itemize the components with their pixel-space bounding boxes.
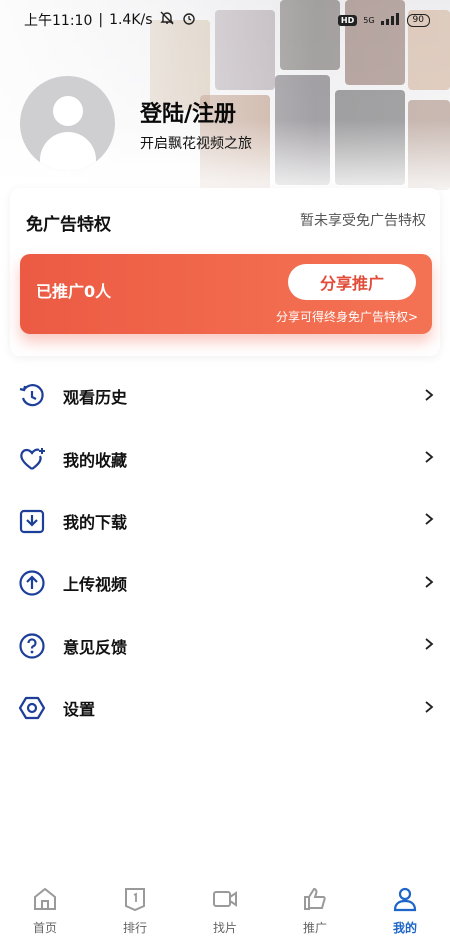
menu-item-label: 我的收藏 [63,450,128,470]
chevron-right-icon [422,574,436,593]
promotion-banner: 已推广0人 分享推广 分享可得终身免广告特权> [20,254,432,334]
network-label: 5G [363,15,375,25]
feedback-icon [17,631,47,661]
ad-privilege-status: 暂未享受免广告特权 [300,213,426,229]
share-promote-button[interactable]: 分享推广 [288,264,416,300]
nav-item-mine[interactable]: 我的 [375,886,435,936]
menu-item-label: 我的下载 [63,512,128,532]
menu-item-feedback[interactable]: 意见反馈 [0,615,450,677]
login-register-link[interactable]: 登陆/注册 [140,96,236,128]
menu-item-settings[interactable]: 设置 [0,677,450,739]
chevron-right-icon [422,449,436,468]
nav-item-ranking[interactable]: 排行 [105,886,165,936]
menu-item-history[interactable]: 观看历史 [0,365,450,427]
menu-item-label: 上传视频 [63,575,128,595]
ad-privilege-card: 免广告特权 暂未享受免广告特权 已推广0人 分享推广 分享可得终身免广告特权> [10,188,440,356]
menu-item-downloads[interactable]: 我的下载 [0,490,450,552]
chevron-right-icon [422,387,436,406]
nav-item-promote[interactable]: 推广 [285,886,345,936]
avatar[interactable] [20,76,115,171]
nav-item-home[interactable]: 首页 [15,886,75,936]
alarm-icon [181,10,197,30]
bottom-navigation: 首页 排行 找片 推广 我的 [0,880,450,941]
ranking-icon [122,886,148,916]
promotion-count: 已推广0人 [36,282,112,301]
home-icon [32,886,58,916]
menu-item-label: 观看历史 [63,388,128,408]
mute-icon [159,10,175,30]
hd-badge: HD [337,14,358,26]
nav-label: 首页 [32,920,57,935]
signal-icon [380,12,401,28]
nav-label: 排行 [122,920,147,935]
status-bar: 上午11:10 | 1.4K/s HD 5G 90 [0,0,450,40]
battery-icon: 90 [406,13,430,27]
chevron-right-icon [422,699,436,718]
settings-icon [17,693,47,723]
menu-item-label: 设置 [63,700,96,720]
status-time: 上午11:10 [24,13,93,29]
promotion-hint-link[interactable]: 分享可得终身免广告特权> [276,308,418,325]
menu-list: 观看历史 我的收藏 我的下载 上传视频 意见反馈 设置 [0,365,450,739]
nav-item-find-video[interactable]: 找片 [195,886,255,936]
profile-subtitle: 开启飘花视频之旅 [140,136,252,152]
thumbs-up-icon [302,886,328,916]
ad-privilege-title: 免广告特权 [26,215,111,235]
menu-item-favorites[interactable]: 我的收藏 [0,427,450,489]
video-icon [212,886,238,916]
nav-label: 我的 [392,920,417,935]
menu-item-upload[interactable]: 上传视频 [0,552,450,614]
nav-label: 找片 [212,920,237,935]
upload-icon [17,568,47,598]
download-icon [17,506,47,536]
chevron-right-icon [422,636,436,655]
nav-label: 推广 [302,920,327,935]
menu-item-label: 意见反馈 [63,637,128,657]
status-speed: 1.4K/s [109,12,153,28]
history-icon [17,381,47,411]
user-icon [392,886,418,916]
favorite-icon [17,444,47,474]
chevron-right-icon [422,511,436,530]
